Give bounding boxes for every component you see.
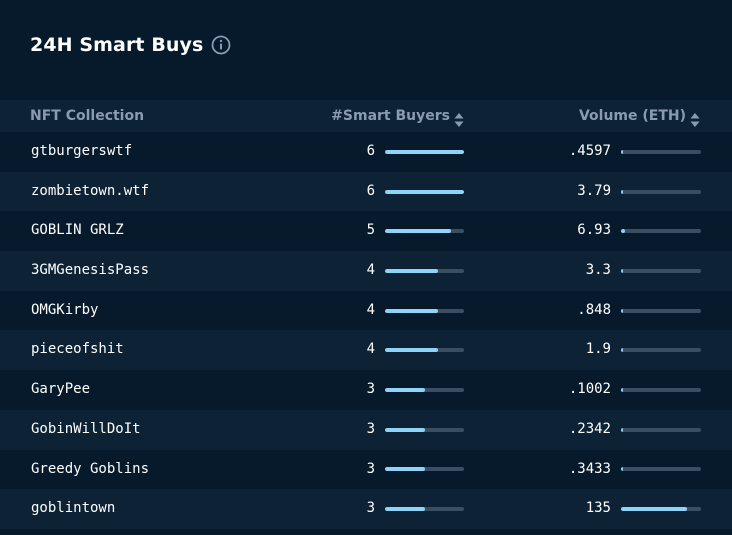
smart-buyers-bar-fill — [385, 189, 464, 194]
smart-buyers-bar-fill — [385, 387, 425, 392]
smart-buyers-bar — [385, 149, 464, 154]
smart-buyers-bar-fill — [385, 268, 438, 273]
table-row[interactable]: gtburgerswtf 6 .4597 — [0, 132, 732, 172]
smart-buys-table: NFT Collection #Smart Buyers Volume (ETH… — [0, 100, 732, 529]
smart-buyers-bar-fill — [385, 149, 464, 154]
collection-name[interactable]: 3GMGenesisPass — [31, 251, 149, 291]
volume-bar-fill — [621, 189, 624, 194]
volume-value: .4597 — [568, 143, 611, 159]
table-row[interactable]: OMGKirby 4 .848 — [0, 291, 732, 331]
smart-buyers-bar-fill — [385, 308, 438, 313]
smart-buyers-bar — [385, 427, 464, 432]
smart-buyers-bar — [385, 229, 464, 234]
volume-bar-fill — [621, 229, 626, 234]
collection-name[interactable]: GobinWillDoIt — [31, 410, 141, 450]
volume-bar — [621, 507, 701, 512]
volume-bar — [621, 149, 701, 154]
collection-name[interactable]: goblintown — [31, 489, 115, 529]
smart-buyers-bar — [385, 348, 464, 353]
volume-bar-fill — [621, 348, 623, 353]
smart-buyers-count: 3 — [366, 420, 375, 437]
info-icon[interactable] — [211, 35, 231, 55]
column-header-label: NFT Collection — [30, 108, 145, 124]
smart-buyers-bar — [385, 467, 464, 472]
column-header-volume[interactable]: Volume (ETH) — [579, 100, 700, 132]
column-header-collection: NFT Collection — [30, 100, 144, 132]
volume-value: 1.9 — [585, 341, 611, 358]
volume-bar — [621, 387, 701, 392]
volume-bar — [621, 229, 701, 234]
smart-buyers-count: 4 — [366, 262, 375, 279]
smart-buyers-count: 3 — [366, 500, 375, 517]
volume-value: 135 — [585, 500, 611, 517]
volume-bar-fill — [621, 467, 623, 472]
sort-updown-icon[interactable] — [454, 108, 464, 127]
volume-value: 3.79 — [577, 182, 611, 199]
smart-buyers-count: 4 — [366, 341, 375, 358]
smart-buyers-count: 6 — [366, 143, 375, 159]
volume-value: .3433 — [568, 460, 611, 477]
column-header-label: Volume (ETH) — [578, 108, 686, 124]
volume-bar — [621, 268, 701, 273]
smart-buys-card: 24H Smart Buys NFT Collection #Smart Buy… — [0, 0, 732, 535]
volume-bar — [621, 308, 701, 313]
smart-buyers-bar — [385, 387, 464, 392]
volume-bar-fill — [621, 507, 687, 512]
collection-name[interactable]: Greedy Goblins — [31, 450, 149, 490]
collection-name[interactable]: pieceofshit — [31, 330, 124, 370]
volume-bar-fill — [621, 387, 623, 392]
table-header: NFT Collection #Smart Buyers Volume (ETH… — [0, 100, 732, 132]
volume-bar — [621, 427, 701, 432]
table-row[interactable]: Greedy Goblins 3 .3433 — [0, 450, 732, 490]
smart-buyers-count: 5 — [366, 222, 375, 239]
volume-bar — [621, 348, 701, 353]
volume-bar — [621, 467, 701, 472]
collection-name[interactable]: zombietown.wtf — [31, 172, 149, 212]
volume-bar-fill — [621, 308, 623, 313]
smart-buyers-count: 6 — [366, 182, 375, 199]
sort-updown-icon[interactable] — [690, 108, 700, 127]
volume-value: .2342 — [568, 420, 611, 437]
volume-bar-fill — [621, 268, 623, 273]
smart-buyers-bar — [385, 308, 464, 313]
volume-value: 6.93 — [577, 222, 611, 239]
smart-buyers-bar-fill — [385, 348, 438, 353]
table-row[interactable]: pieceofshit 4 1.9 — [0, 330, 732, 371]
column-header-label: #Smart Buyers — [331, 108, 450, 124]
smart-buyers-bar — [385, 507, 464, 512]
smart-buyers-bar — [385, 189, 464, 194]
table-row[interactable]: zombietown.wtf 6 3.79 — [0, 171, 732, 212]
smart-buyers-count: 4 — [366, 301, 375, 318]
volume-bar-fill — [621, 149, 623, 154]
volume-bar-fill — [621, 427, 623, 432]
card-header: 24H Smart Buys — [30, 30, 231, 60]
table-row[interactable]: 3GMGenesisPass 4 3.3 — [0, 251, 732, 291]
smart-buyers-bar-fill — [385, 427, 425, 432]
smart-buyers-bar-fill — [385, 229, 451, 234]
collection-name[interactable]: GaryPee — [31, 370, 90, 410]
collection-name[interactable]: GOBLIN GRLZ — [31, 211, 124, 251]
smart-buyers-bar-fill — [385, 467, 425, 472]
volume-bar — [621, 189, 701, 194]
collection-name[interactable]: OMGKirby — [31, 291, 98, 331]
smart-buyers-count: 3 — [366, 381, 375, 398]
card-title: 24H Smart Buys — [30, 34, 204, 56]
table-row[interactable]: GOBLIN GRLZ 5 6.93 — [0, 211, 732, 251]
collection-name[interactable]: gtburgerswtf — [31, 132, 132, 172]
table-row[interactable]: goblintown 3 135 — [0, 489, 732, 529]
column-header-smart-buyers[interactable]: #Smart Buyers — [331, 100, 464, 132]
smart-buyers-bar-fill — [385, 507, 425, 512]
smart-buyers-bar — [385, 268, 464, 273]
volume-value: .848 — [577, 301, 611, 318]
volume-value: 3.3 — [585, 262, 611, 279]
table-row[interactable]: GaryPee 3 .1002 — [0, 370, 732, 410]
volume-value: .1002 — [568, 381, 611, 398]
table-row[interactable]: GobinWillDoIt 3 .2342 — [0, 409, 732, 450]
smart-buyers-count: 3 — [366, 460, 375, 477]
